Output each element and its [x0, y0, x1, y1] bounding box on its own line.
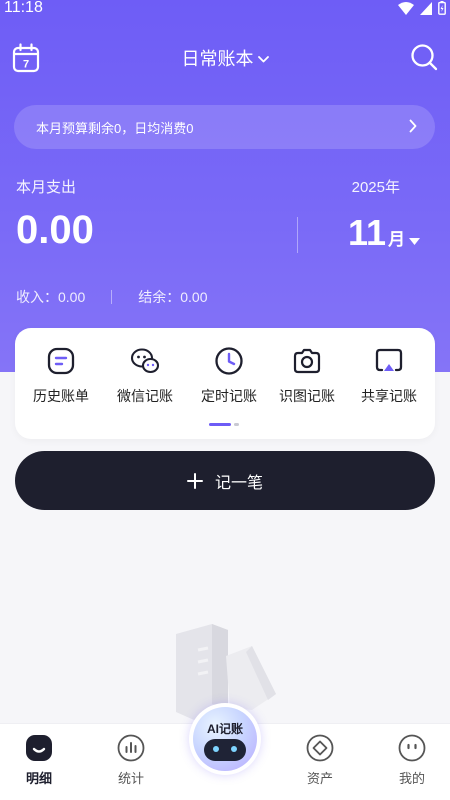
add-record-label: 记一笔	[214, 474, 263, 492]
year-label: 2025年	[351, 179, 400, 196]
tool-label: 微信记账	[117, 388, 173, 404]
tab-assets[interactable]: 资产	[290, 734, 350, 787]
add-record-button[interactable]: 记一笔	[15, 451, 435, 510]
tab-detail[interactable]: 明细	[9, 734, 69, 787]
pager-dot-active	[209, 423, 231, 426]
search-icon	[411, 44, 438, 71]
tool-label: 识图记账	[279, 388, 335, 404]
monthly-spend-amount: 0.00	[16, 208, 94, 252]
tools-pager	[209, 423, 239, 426]
history-bill-icon	[47, 347, 75, 375]
income-value: 收入：0.00	[16, 289, 86, 305]
budget-banner[interactable]: 本月预算剩余0，日均消费0	[14, 105, 435, 149]
summary-divider	[297, 217, 298, 253]
status-icons	[398, 1, 446, 15]
tool-label: 历史账单	[33, 388, 89, 404]
tool-wechat[interactable]: 微信记账	[103, 346, 187, 406]
tab-mine[interactable]: 我的	[382, 734, 442, 787]
tab-stats[interactable]: 统计	[101, 734, 161, 787]
robot-eye	[231, 746, 237, 752]
book-selector[interactable]: 日常账本	[0, 45, 450, 71]
status-bar: 11:18	[0, 0, 450, 18]
wifi-icon	[398, 1, 414, 15]
battery-icon	[438, 1, 446, 15]
quick-tools-card: 历史账单 微信记账 定时记账 识图记账 共享记账	[15, 328, 435, 439]
tool-shared[interactable]: 共享记账	[347, 346, 431, 406]
tool-scheduled[interactable]: 定时记账	[187, 346, 271, 406]
ai-bookkeeping-button[interactable]: AI记账	[189, 703, 261, 775]
balance-value: 结余：0.00	[138, 289, 208, 305]
plus-icon	[186, 472, 203, 489]
caret-down-icon	[409, 238, 421, 245]
signal-icon	[420, 1, 432, 15]
tab-label: 我的	[398, 771, 425, 786]
tool-label: 定时记账	[201, 388, 257, 404]
share-screen-icon	[375, 348, 403, 372]
month-picker[interactable]: 11 月	[348, 212, 421, 254]
wechat-icon	[130, 348, 160, 374]
search-button[interactable]	[410, 43, 438, 71]
ai-robot-icon: AI记账	[193, 707, 257, 771]
clock-icon	[215, 347, 243, 375]
top-bar: 7 日常账本	[0, 36, 450, 80]
income-balance-row: 收入：0.00 结余：0.00	[16, 287, 208, 307]
asset-icon	[306, 734, 334, 762]
pager-dot	[234, 423, 239, 426]
month-unit: 月	[388, 230, 406, 249]
detail-icon	[26, 735, 52, 761]
ai-button-label: AI记账	[206, 722, 243, 736]
tool-image-recognize[interactable]: 识图记账	[265, 346, 349, 406]
tab-label: 资产	[306, 771, 333, 786]
stats-divider	[111, 290, 113, 304]
chart-icon	[117, 734, 145, 762]
budget-text: 本月预算剩余0，日均消费0	[36, 121, 194, 136]
tool-label: 共享记账	[361, 388, 417, 404]
tab-label: 统计	[117, 771, 144, 786]
robot-face	[204, 739, 246, 761]
profile-icon	[398, 734, 426, 762]
book-title: 日常账本	[181, 49, 254, 69]
monthly-spend-label: 本月支出	[16, 179, 77, 196]
tab-label: 明细	[25, 771, 52, 786]
status-time: 11:18	[4, 0, 43, 16]
robot-eye	[213, 746, 219, 752]
month-number: 11	[348, 212, 387, 253]
camera-icon	[293, 348, 321, 374]
tool-history-bill[interactable]: 历史账单	[19, 346, 103, 406]
chevron-right-icon	[409, 119, 417, 133]
chevron-down-icon	[257, 56, 269, 63]
